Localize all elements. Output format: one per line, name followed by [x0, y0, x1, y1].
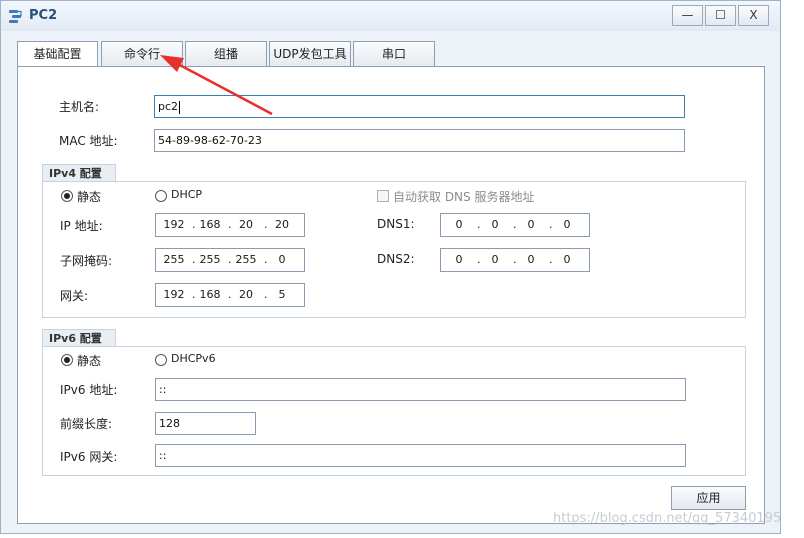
mac-address-field[interactable]: 54-89-98-62-70-23	[154, 129, 685, 152]
ip-octet-4: 20	[275, 218, 289, 231]
gateway-octet-1: 192	[163, 288, 185, 301]
gateway-octet-3: 20	[239, 288, 253, 301]
ipv4-config-group: 静态 DHCP 自动获取 DNS 服务器地址 IP 地址: 192. 168. …	[42, 181, 746, 318]
ipv6-static-label: 静态	[77, 354, 102, 368]
maximize-button[interactable]: ☐	[705, 5, 736, 26]
tab-basic-config[interactable]: 基础配置	[17, 41, 98, 68]
tab-command-line[interactable]: 命令行	[101, 41, 183, 67]
mask-octet-2: 255	[199, 253, 221, 266]
tab-serial[interactable]: 串口	[353, 41, 435, 67]
gateway-octet-2: 168	[199, 288, 221, 301]
dns1-octet-2: 0	[491, 218, 499, 231]
hostname-label: 主机名:	[59, 100, 100, 114]
basic-config-panel: 主机名: pc2 MAC 地址: 54-89-98-62-70-23 IPv4 …	[17, 66, 765, 524]
hostname-input[interactable]: pc2	[154, 95, 685, 118]
gateway-input[interactable]: 192. 168. 20. 5	[155, 283, 305, 307]
dns1-input[interactable]: 0. 0. 0. 0	[440, 213, 590, 237]
subnet-mask-input[interactable]: 255. 255. 255. 0	[155, 248, 305, 272]
dns2-octet-1: 0	[455, 253, 463, 266]
ipv4-static-label: 静态	[77, 190, 102, 204]
dns2-input[interactable]: 0. 0. 0. 0	[440, 248, 590, 272]
gateway-label: 网关:	[60, 289, 89, 303]
ip-address-label: IP 地址:	[60, 219, 103, 233]
gateway-octet-4: 5	[278, 288, 286, 301]
subnet-mask-label: 子网掩码:	[60, 254, 113, 268]
text-caret	[179, 100, 181, 114]
ip-octet-3: 20	[239, 218, 253, 231]
ipv6-gateway-input[interactable]: ::	[155, 444, 686, 467]
ipv6-address-label: IPv6 地址:	[60, 383, 118, 397]
prefix-length-input[interactable]: 128	[155, 412, 256, 435]
ipv6-static-radio[interactable]	[61, 354, 73, 366]
dns2-label: DNS2:	[377, 252, 415, 266]
minimize-button[interactable]: —	[672, 5, 703, 26]
ipv4-dhcp-label: DHCP	[171, 188, 203, 201]
dns1-label: DNS1:	[377, 217, 415, 231]
mask-octet-1: 255	[163, 253, 185, 266]
ipv6-address-input[interactable]: ::	[155, 378, 686, 401]
dns1-octet-4: 0	[563, 218, 571, 231]
hostname-value: pc2	[158, 100, 179, 113]
ip-octet-2: 168	[199, 218, 221, 231]
mask-octet-4: 0	[278, 253, 286, 266]
prefix-length-label: 前缀长度:	[60, 417, 113, 431]
dns2-octet-2: 0	[491, 253, 499, 266]
ip-address-input[interactable]: 192. 168. 20. 20	[155, 213, 305, 237]
mac-label: MAC 地址:	[59, 134, 118, 148]
dns-auto-label: 自动获取 DNS 服务器地址	[393, 190, 535, 204]
apply-button[interactable]: 应用	[671, 486, 746, 510]
ipv6-dhcp-label: DHCPv6	[171, 352, 216, 365]
ipv6-config-group: 静态 DHCPv6 IPv6 地址: :: 前缀长度: 128 IPv6 网关:…	[42, 346, 746, 476]
pc-app-icon	[9, 10, 22, 23]
window-title: PC2	[29, 8, 58, 23]
dns2-octet-4: 0	[563, 253, 571, 266]
ipv6-dhcp-radio[interactable]	[155, 354, 167, 366]
ip-octet-1: 192	[163, 218, 185, 231]
tab-udp-tool[interactable]: UDP发包工具	[269, 41, 351, 67]
dns1-octet-1: 0	[455, 218, 463, 231]
watermark-text: https://blog.csdn.net/qq_57340195	[553, 511, 782, 526]
pc2-window: PC2 — ☐ X 基础配置 命令行 组播 UDP发包工具 串口 主机名: pc…	[0, 0, 781, 534]
close-button[interactable]: X	[738, 5, 769, 26]
ipv6-gateway-label: IPv6 网关:	[60, 450, 118, 464]
mask-octet-3: 255	[235, 253, 257, 266]
ipv4-static-radio[interactable]	[61, 190, 73, 202]
dns-auto-checkbox[interactable]	[377, 190, 389, 202]
dns1-octet-3: 0	[527, 218, 535, 231]
ipv4-dhcp-radio[interactable]	[155, 190, 167, 202]
tab-multicast[interactable]: 组播	[185, 41, 267, 67]
title-bar[interactable]: PC2 — ☐ X	[1, 1, 780, 31]
dns2-octet-3: 0	[527, 253, 535, 266]
